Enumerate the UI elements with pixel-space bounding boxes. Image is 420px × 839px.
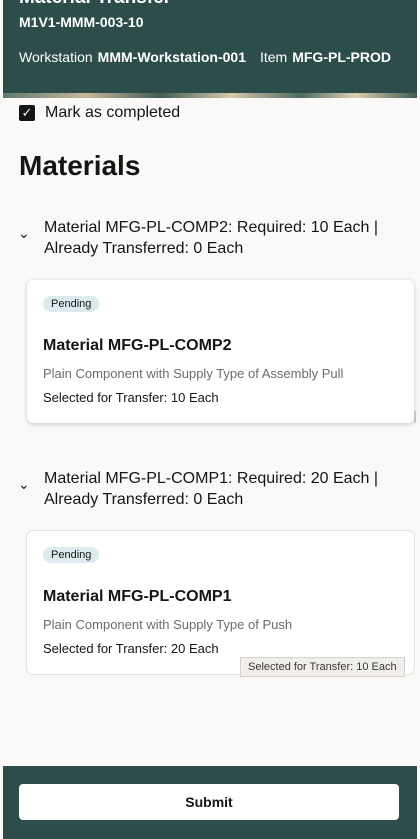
page-header: Material Transfer ··· M1V1-MMM-003-10 Wo…: [3, 0, 417, 93]
tooltip: Selected for Transfer: 10 Each: [240, 657, 405, 677]
mark-completed-row[interactable]: ✓ Mark as completed: [19, 104, 180, 122]
workstation-label: Workstation: [19, 49, 93, 65]
page-subtitle: M1V1-MMM-003-10: [19, 14, 144, 30]
chevron-down-icon[interactable]: ⌄: [18, 226, 34, 259]
scroll-indicator: [414, 411, 416, 423]
group-header-line2: Already Transferred: 0 Each: [44, 240, 244, 257]
material-card[interactable]: Pending Material MFG-PL-COMP1 Plain Comp…: [27, 531, 414, 674]
status-badge: Pending: [43, 296, 100, 312]
material-card-title: Material MFG-PL-COMP1: [43, 588, 232, 605]
status-badge: Pending: [43, 547, 100, 563]
group-header-line1: Material MFG-PL-COMP2: Required: 10 Each…: [44, 219, 379, 236]
more-options-icon[interactable]: ···: [370, 0, 395, 12]
header-meta: Workstation MMM-Workstation-001 Item MFG-PL…: [19, 49, 391, 65]
mark-completed-checkbox[interactable]: ✓: [19, 105, 35, 121]
item-value: MFG-PL-PROD: [292, 49, 391, 65]
footer-bar: Submit: [3, 766, 417, 839]
material-card-selected: Selected for Transfer: 20 Each: [43, 641, 219, 656]
item-label: Item: [259, 49, 288, 65]
material-group-header[interactable]: ⌄ Material MFG-PL-COMP2: Required: 10 Ea…: [18, 217, 408, 259]
material-card[interactable]: Pending Material MFG-PL-COMP2 Plain Comp…: [27, 280, 414, 423]
mark-completed-label: Mark as completed: [45, 104, 181, 121]
material-card-description: Plain Component with Supply Type of Asse…: [43, 366, 344, 381]
group-header-line2: Already Transferred: 0 Each: [44, 491, 244, 508]
chevron-down-icon[interactable]: ⌄: [18, 477, 34, 510]
workstation-value: MMM-Workstation-001: [97, 49, 246, 65]
header-banner-image: [3, 93, 417, 98]
group-header-line1: Material MFG-PL-COMP1: Required: 20 Each…: [44, 470, 379, 487]
page-title: Material Transfer: [19, 0, 171, 9]
material-card-description: Plain Component with Supply Type of Push: [43, 617, 293, 632]
submit-button[interactable]: Submit: [19, 784, 399, 820]
material-card-title: Material MFG-PL-COMP2: [43, 337, 232, 354]
material-group-header[interactable]: ⌄ Material MFG-PL-COMP1: Required: 20 Ea…: [18, 468, 408, 510]
material-card-selected: Selected for Transfer: 10 Each: [43, 390, 219, 405]
materials-heading: Materials: [19, 150, 141, 181]
